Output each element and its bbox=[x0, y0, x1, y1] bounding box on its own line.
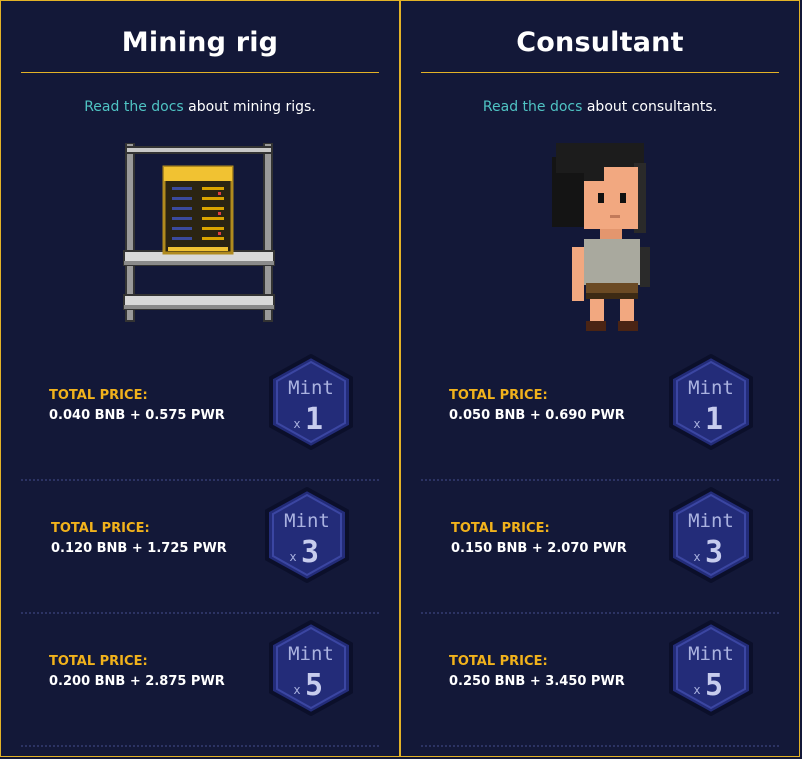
total-price-label: TOTAL PRICE: bbox=[449, 654, 548, 669]
total-price-label: TOTAL PRICE: bbox=[49, 388, 148, 403]
times-label: x bbox=[293, 417, 300, 431]
docs-text: about consultants. bbox=[582, 99, 718, 115]
mint-x1-button[interactable]: Mint x 1 bbox=[269, 354, 353, 450]
quantity-label: 3 bbox=[301, 535, 319, 570]
mint-label: Mint bbox=[688, 377, 734, 399]
total-price-label: TOTAL PRICE: bbox=[49, 654, 148, 669]
times-label: x bbox=[293, 683, 300, 697]
read-docs-link[interactable]: Read the docs bbox=[84, 99, 184, 115]
times-label: x bbox=[693, 417, 700, 431]
times-label: x bbox=[693, 550, 700, 564]
price-block: TOTAL PRICE: 0.040 BNB + 0.575 PWR bbox=[49, 388, 225, 423]
price-row: TOTAL PRICE: 0.050 BNB + 0.690 PWR Mint … bbox=[421, 348, 779, 481]
read-docs-link[interactable]: Read the docs bbox=[483, 99, 583, 115]
docs-line: Read the docs about mining rigs. bbox=[1, 99, 399, 115]
mint-x1-button[interactable]: Mint x 1 bbox=[669, 354, 753, 450]
mining-rig-image bbox=[1, 143, 399, 328]
total-price-label: TOTAL PRICE: bbox=[449, 388, 548, 403]
price-row: TOTAL PRICE: 0.250 BNB + 3.450 PWR Mint … bbox=[421, 614, 779, 747]
mining-rig-panel: Mining rig Read the docs about mining ri… bbox=[0, 0, 400, 757]
panel-title: Mining rig bbox=[121, 27, 279, 58]
total-price-value: 0.150 BNB + 2.070 PWR bbox=[451, 541, 627, 556]
price-row: TOTAL PRICE: 0.040 BNB + 0.575 PWR Mint … bbox=[21, 348, 379, 481]
price-block: TOTAL PRICE: 0.150 BNB + 2.070 PWR bbox=[451, 521, 627, 556]
title-divider bbox=[21, 72, 379, 73]
consultant-panel: Consultant Read the docs about consultan… bbox=[400, 0, 800, 757]
quantity-label: 1 bbox=[705, 402, 723, 437]
quantity-label: 5 bbox=[705, 668, 723, 703]
price-block: TOTAL PRICE: 0.120 BNB + 1.725 PWR bbox=[51, 521, 227, 556]
mint-x5-button[interactable]: Mint x 5 bbox=[269, 620, 353, 716]
total-price-value: 0.200 BNB + 2.875 PWR bbox=[49, 674, 225, 689]
price-block: TOTAL PRICE: 0.050 BNB + 0.690 PWR bbox=[449, 388, 625, 423]
price-block: TOTAL PRICE: 0.200 BNB + 2.875 PWR bbox=[49, 654, 225, 689]
total-price-value: 0.250 BNB + 3.450 PWR bbox=[449, 674, 625, 689]
price-block: TOTAL PRICE: 0.250 BNB + 3.450 PWR bbox=[449, 654, 625, 689]
quantity-label: 3 bbox=[705, 535, 723, 570]
title-divider bbox=[421, 72, 779, 73]
total-price-label: TOTAL PRICE: bbox=[51, 521, 150, 536]
total-price-value: 0.040 BNB + 0.575 PWR bbox=[49, 408, 225, 423]
docs-text: about mining rigs. bbox=[183, 99, 316, 115]
mint-label: Mint bbox=[288, 643, 334, 665]
total-price-value: 0.050 BNB + 0.690 PWR bbox=[449, 408, 625, 423]
total-price-label: TOTAL PRICE: bbox=[451, 521, 550, 536]
mint-label: Mint bbox=[688, 643, 734, 665]
mint-x5-button[interactable]: Mint x 5 bbox=[669, 620, 753, 716]
docs-line: Read the docs about consultants. bbox=[401, 99, 799, 115]
mint-label: Mint bbox=[688, 510, 734, 532]
times-label: x bbox=[693, 683, 700, 697]
mint-x3-button[interactable]: Mint x 3 bbox=[265, 487, 349, 583]
price-row: TOTAL PRICE: 0.150 BNB + 2.070 PWR Mint … bbox=[421, 481, 779, 614]
mint-page: Mining rig Read the docs about mining ri… bbox=[0, 0, 802, 759]
mint-label: Mint bbox=[288, 377, 334, 399]
mint-x3-button[interactable]: Mint x 3 bbox=[669, 487, 753, 583]
quantity-label: 5 bbox=[305, 668, 323, 703]
mint-label: Mint bbox=[284, 510, 330, 532]
quantity-label: 1 bbox=[305, 402, 323, 437]
price-list: TOTAL PRICE: 0.050 BNB + 0.690 PWR Mint … bbox=[401, 348, 799, 747]
price-list: TOTAL PRICE: 0.040 BNB + 0.575 PWR Mint … bbox=[1, 348, 399, 747]
price-row: TOTAL PRICE: 0.120 BNB + 1.725 PWR Mint … bbox=[21, 481, 379, 614]
price-row: TOTAL PRICE: 0.200 BNB + 2.875 PWR Mint … bbox=[21, 614, 379, 747]
times-label: x bbox=[289, 550, 296, 564]
consultant-image bbox=[401, 143, 799, 331]
panel-title: Consultant bbox=[516, 27, 684, 58]
total-price-value: 0.120 BNB + 1.725 PWR bbox=[51, 541, 227, 556]
